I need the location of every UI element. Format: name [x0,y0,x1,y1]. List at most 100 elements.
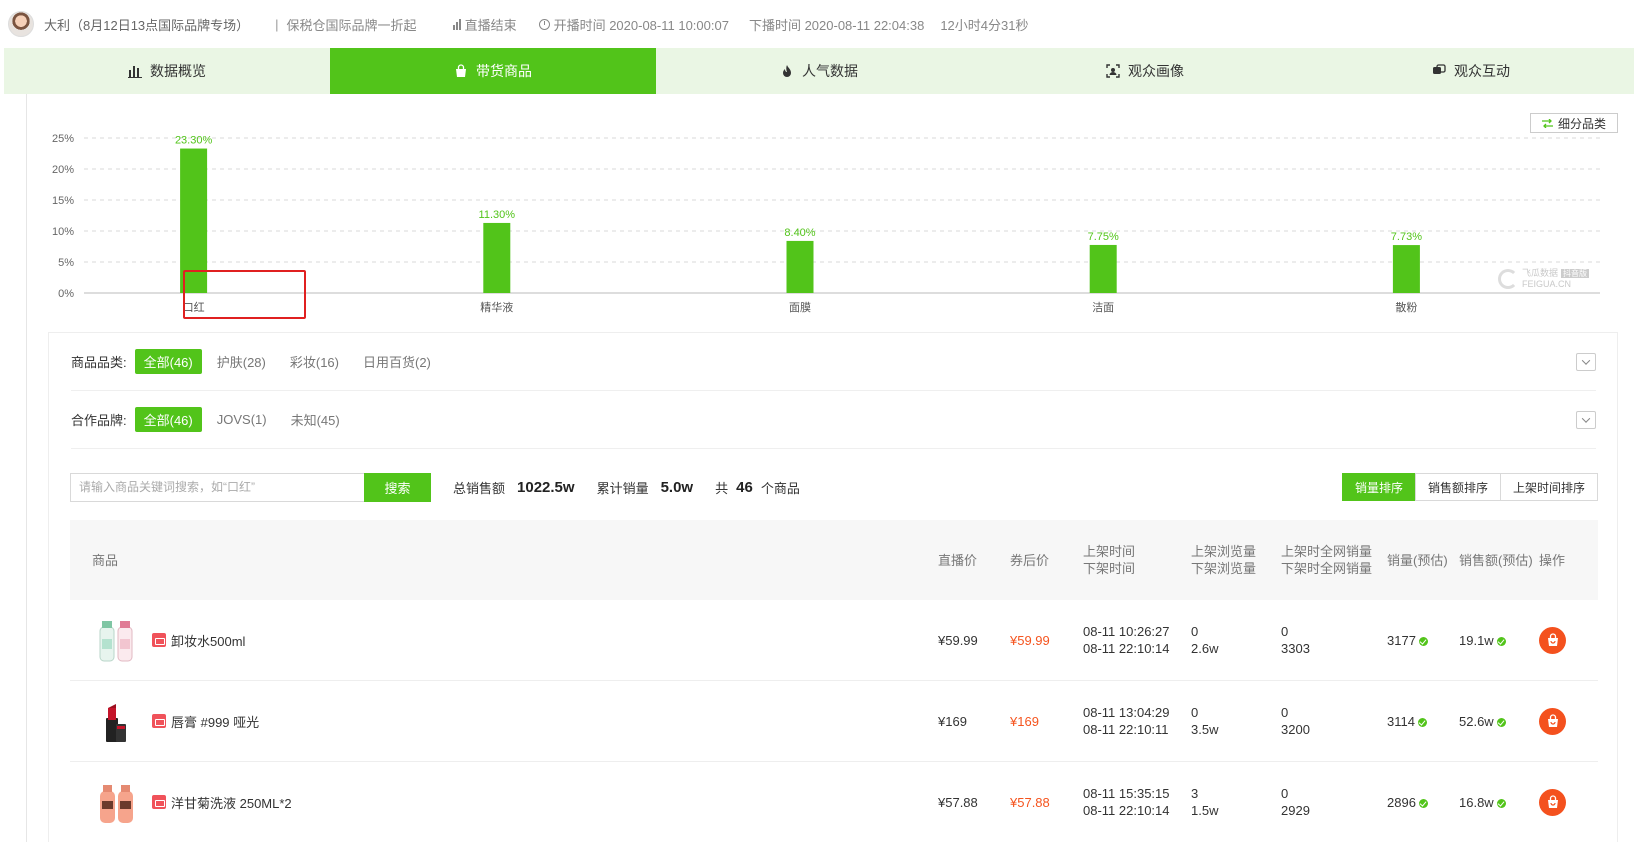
header-live-price: 直播价 [938,552,978,568]
shop-icon [152,633,166,647]
time-cell: 08-11 13:04:29 08-11 22:10:11 [1083,704,1191,738]
bar-value-label: 23.30% [175,135,213,147]
off-net: 3303 [1281,641,1310,656]
category-option-all[interactable]: 全部(46) [134,349,202,374]
verified-icon [1418,798,1428,808]
sales-cell: 3177 [1387,632,1459,649]
search-button[interactable]: 搜索 [364,472,431,502]
amount-cell: 52.6w [1459,713,1539,730]
category-expand-button[interactable] [1576,353,1596,371]
product-name[interactable]: 唇膏 #999 哑光 [171,712,259,731]
product-image-makeup-remover[interactable] [92,615,142,665]
buy-button[interactable] [1539,626,1566,654]
tab-popularity-label: 人气数据 [802,63,858,79]
off-time: 08-11 22:10:14 [1083,803,1170,818]
category-option-daily[interactable]: 日用百货(2) [354,349,440,374]
y-tick-label: 20% [52,164,74,176]
sort-group: 销量排序 销售额排序 上架时间排序 [1341,473,1598,501]
tab-products-label: 带货商品 [476,63,532,79]
user-focus-icon [1106,64,1120,78]
x-tick-label: 洁面 [1092,301,1114,314]
subcategory-button[interactable]: 细分品类 [1530,113,1618,133]
brand-filter-label: 合作品牌: [71,413,127,428]
product-name[interactable]: 洋甘菊洗液 250ML*2 [171,793,292,812]
product-cell: 唇膏 #999 哑光 [70,696,938,746]
net-sales-cell: 0 3200 [1281,704,1387,738]
on-net: 0 [1281,705,1289,720]
buy-button[interactable] [1539,788,1566,816]
header-on-views: 上架浏览量 [1191,544,1257,559]
product-image-lipstick[interactable] [92,696,142,746]
live-start-time: 开播时间 2020-08-11 10:00:07 [538,15,729,34]
table-header: 商品 直播价 券后价 上架时间 下架时间 上架浏览量 下架浏览量 上架时全网销量 下架… [70,520,1598,600]
header-divider: | [275,16,279,32]
brand-expand-button[interactable] [1576,411,1596,429]
off-net: 3200 [1281,722,1310,737]
category-option-makeup[interactable]: 彩妆(16) [281,349,348,374]
brand-option-all[interactable]: 全部(46) [134,407,202,432]
brand-option-jovs[interactable]: JOVS(1) [208,409,276,430]
watermark-logo-icon [1498,268,1518,289]
live-price: ¥169 [938,713,967,729]
verified-icon [1496,798,1506,808]
off-views: 3.5w [1191,722,1219,737]
table-row[interactable]: 卸妆水500ml ¥59.99 ¥59.99 08-11 10:26:27 08-… [70,600,1598,681]
content-left-border [26,94,27,842]
on-net: 0 [1281,624,1289,639]
product-count-suffix: 个商品 [760,480,800,496]
y-tick-label: 15% [52,195,74,207]
amount-value: 52.6w [1459,713,1494,729]
op-cell [1539,626,1589,654]
on-views: 3 [1191,786,1199,801]
bar-chart-icon [128,66,142,78]
tab-products[interactable]: 带货商品 [330,48,656,94]
product-name[interactable]: 卸妆水500ml [171,631,245,650]
watermark-tag: 抖音版 [1561,269,1590,278]
total-sales-stat: 总销售额 1022.5w [453,478,575,497]
total-sales-label: 总销售额 [453,480,506,496]
amount-value: 16.8w [1459,794,1494,810]
live-end-time: 下播时间 2020-08-11 22:04:38 [748,17,925,33]
table-row[interactable]: 唇膏 #999 哑光 ¥169 ¥169 08-11 13:04:29 08-11… [70,681,1598,762]
anchor-avatar[interactable] [8,11,34,37]
sort-by-time-button[interactable]: 上架时间排序 [1499,473,1598,501]
category-option-skincare[interactable]: 护肤(28) [208,349,275,374]
verified-icon [1496,636,1506,646]
y-tick-label: 5% [58,257,74,269]
tab-audience-interaction[interactable]: 观众互动 [1308,48,1634,94]
search-row: 搜索 总销售额 1022.5w 累计销量 5.0w 共 46 个商品 销量排序 … [70,472,1598,502]
verified-icon [1417,717,1427,727]
coupon-price: ¥57.88 [1010,794,1050,810]
y-tick-label: 0% [58,288,74,300]
on-net: 0 [1281,786,1289,801]
sort-by-amount-button[interactable]: 销售额排序 [1414,473,1501,501]
header-on-net: 上架时全网销量 [1281,544,1373,559]
sales-cell: 2896 [1387,794,1459,811]
x-tick-label: 散粉 [1395,300,1417,314]
buy-button[interactable] [1539,707,1566,735]
tab-audience-profile[interactable]: 观众画像 [982,48,1308,94]
tab-overview[interactable]: 数据概览 [4,48,330,94]
bar-value-label: 7.73% [1391,231,1422,243]
product-cell: 卸妆水500ml [70,615,938,665]
chat-icon [1433,64,1446,74]
subcategory-button-label: 细分品类 [1557,116,1606,131]
net-sales-cell: 0 2929 [1281,785,1387,819]
product-search-input[interactable] [70,472,364,502]
views-cell: 0 2.6w [1191,623,1281,657]
product-image-cleanser[interactable] [92,777,142,827]
x-tick-label: 面膜 [789,301,811,314]
shop-icon [152,714,166,728]
off-time: 08-11 22:10:11 [1083,722,1169,737]
signal-bars-icon [452,18,461,30]
sort-by-sales-button[interactable]: 销量排序 [1341,473,1416,501]
tab-popularity[interactable]: 人气数据 [656,48,982,94]
live-header: 大利（8月12日13点国际品牌专场） | 保税仓国际品牌一折起 直播结束 开播时… [0,0,1634,48]
watermark: 飞瓜数据 抖音版 FEIGUA.CN [1498,268,1590,289]
table-row[interactable]: 洋甘菊洗液 250ML*2 ¥57.88 ¥57.88 08-11 15:35:… [70,762,1598,842]
brand-option-unknown[interactable]: 未知(45) [282,407,349,432]
shop-icon [152,795,166,809]
header-amount: 销售额(预估) [1459,552,1533,568]
bar [1089,244,1117,293]
tab-bar: 数据概览 带货商品 人气数据 观众画像 观众互动 [4,48,1634,94]
